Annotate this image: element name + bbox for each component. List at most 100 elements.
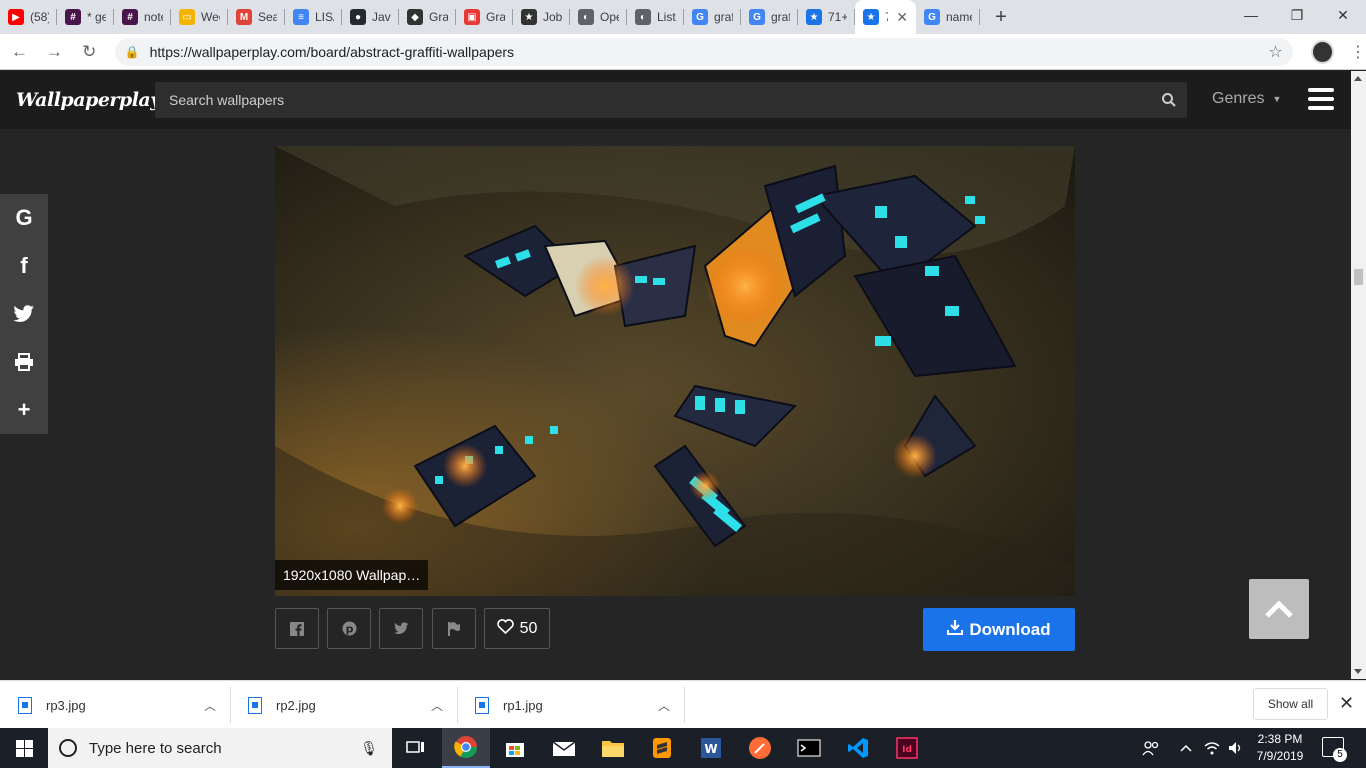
chevron-up-icon[interactable]: ︿ xyxy=(431,697,443,714)
browser-tab[interactable]: ▭ Week xyxy=(171,0,228,34)
browser-tab[interactable]: ◐ Oper xyxy=(570,0,627,34)
browser-tab[interactable]: ◆ Grap xyxy=(399,0,456,34)
svg-text:p: p xyxy=(345,623,353,636)
scrollbar-thumb[interactable] xyxy=(1354,269,1363,285)
codepen-icon: ◆ xyxy=(407,9,423,25)
maximize-button[interactable]: ❐ xyxy=(1274,0,1320,30)
pinterest-share-button[interactable]: p xyxy=(327,608,371,649)
forward-button[interactable]: → xyxy=(39,36,70,68)
file-explorer-taskbar-icon[interactable] xyxy=(589,728,637,768)
tab-label: Jobs xyxy=(543,10,562,24)
site-logo[interactable]: Wallpaperplay xyxy=(16,89,161,111)
browser-tab[interactable]: ★ 7 ✕ xyxy=(855,0,916,34)
search-input[interactable] xyxy=(169,92,1151,108)
tab-label: Week xyxy=(201,10,220,24)
tab-label: (58) i xyxy=(30,10,49,24)
download-filename: rp1.jpg xyxy=(503,697,543,713)
browser-tab[interactable]: # * gen xyxy=(57,0,114,34)
postman-taskbar-icon[interactable] xyxy=(736,728,784,768)
genres-dropdown[interactable]: Genres ▼ xyxy=(1212,90,1281,108)
twitter-share-icon[interactable] xyxy=(0,290,48,338)
browser-tab[interactable]: ★ 71+ xyxy=(798,0,855,34)
report-flag-button[interactable] xyxy=(432,608,476,649)
chrome-menu-icon[interactable]: ⋮ xyxy=(1350,42,1366,62)
system-clock[interactable]: 2:38 PM 7/9/2019 xyxy=(1250,731,1310,765)
wifi-icon[interactable] xyxy=(1204,728,1224,768)
print-icon[interactable] xyxy=(0,338,48,386)
terminal-taskbar-icon[interactable] xyxy=(785,728,833,768)
browser-tab[interactable]: ★ Jobs xyxy=(513,0,570,34)
facebook-share-button[interactable] xyxy=(275,608,319,649)
browser-tab[interactable]: ◐ List o xyxy=(627,0,684,34)
browser-tab[interactable]: Ggraff xyxy=(684,0,741,34)
like-button[interactable]: 50 xyxy=(484,608,550,649)
sublime-taskbar-icon[interactable] xyxy=(638,728,686,768)
svg-text:W: W xyxy=(704,742,717,756)
word-taskbar-icon[interactable]: W xyxy=(687,728,735,768)
browser-tab[interactable]: ≡ LISA xyxy=(285,0,342,34)
browser-tab[interactable]: ▶ (58) i xyxy=(0,0,57,34)
browser-tab[interactable]: # notes xyxy=(114,0,171,34)
more-share-icon[interactable]: + xyxy=(0,386,48,434)
vscode-taskbar-icon[interactable] xyxy=(834,728,882,768)
close-tab-icon[interactable]: ✕ xyxy=(896,9,908,26)
scroll-to-top-button[interactable] xyxy=(1249,579,1309,639)
browser-tab[interactable]: ▣ Grap xyxy=(456,0,513,34)
chevron-up-icon xyxy=(1265,600,1293,618)
new-tab-button[interactable]: + xyxy=(984,0,1018,34)
facebook-share-icon[interactable]: f xyxy=(0,242,48,290)
tab-label: 7 xyxy=(885,10,888,24)
tab-label: LISA xyxy=(315,10,334,24)
profile-avatar[interactable] xyxy=(1310,39,1334,64)
chevron-up-icon[interactable]: ︿ xyxy=(204,697,216,714)
taskbar-search[interactable]: Type here to search 🎙 xyxy=(48,728,392,768)
tab-strip: ▶ (58) i # * gen # notes ▭ Week M Searc ≡ LISA ● Java… xyxy=(0,0,1366,34)
chrome-taskbar-icon[interactable] xyxy=(442,728,490,768)
download-item[interactable]: rp2.jpg ︿ xyxy=(230,681,457,729)
browser-tab[interactable]: ● JavaS xyxy=(342,0,399,34)
chevron-up-icon[interactable]: ︿ xyxy=(658,697,670,714)
download-button[interactable]: Download xyxy=(923,608,1075,651)
task-view-icon[interactable] xyxy=(392,728,440,768)
page-scrollbar[interactable] xyxy=(1351,71,1366,679)
search-icon[interactable] xyxy=(1151,82,1187,118)
reload-button[interactable]: ↻ xyxy=(74,36,105,68)
address-bar[interactable]: 🔒 https://wallpaperplay.com/board/abstra… xyxy=(114,37,1293,66)
microphone-icon[interactable]: 🎙 xyxy=(360,740,378,757)
back-button[interactable]: ← xyxy=(4,36,35,68)
windows-start-button[interactable] xyxy=(0,728,48,768)
mail-taskbar-icon[interactable] xyxy=(540,728,588,768)
image-file-icon xyxy=(475,696,489,714)
download-item[interactable]: rp1.jpg ︿ xyxy=(457,681,684,729)
people-icon[interactable] xyxy=(1142,728,1164,768)
tab-label: 71+ xyxy=(828,10,847,24)
browser-tab[interactable]: M Searc xyxy=(228,0,285,34)
indesign-taskbar-icon[interactable]: Id xyxy=(883,728,931,768)
show-hidden-icons-icon[interactable] xyxy=(1180,728,1198,768)
minimize-button[interactable]: — xyxy=(1228,0,1274,30)
site-header: Wallpaperplay Genres ▼ xyxy=(0,71,1351,129)
slack-icon: # xyxy=(65,9,81,25)
notification-count-badge: 5 xyxy=(1333,748,1347,762)
close-download-bar-icon[interactable]: ✕ xyxy=(1339,693,1354,714)
hamburger-menu-icon[interactable] xyxy=(1308,88,1334,110)
page-viewport: Wallpaperplay Genres ▼ G f + xyxy=(0,71,1351,679)
wallpaper-image[interactable]: 1920x1080 Wallpap… xyxy=(275,146,1075,596)
google-icon: G xyxy=(924,9,940,25)
scroll-up-arrow-icon[interactable] xyxy=(1354,76,1362,81)
search-bar xyxy=(155,82,1187,118)
show-all-downloads-button[interactable]: Show all xyxy=(1253,688,1328,720)
download-filename: rp2.jpg xyxy=(276,697,316,713)
globe-icon: ◐ xyxy=(635,9,651,25)
volume-icon[interactable] xyxy=(1228,728,1248,768)
download-item[interactable]: rp3.jpg ︿ xyxy=(0,681,230,729)
twitter-share-button[interactable] xyxy=(379,608,423,649)
close-window-button[interactable]: ✕ xyxy=(1320,0,1366,30)
bookmark-star-icon[interactable]: ☆ xyxy=(1268,42,1282,62)
scroll-down-arrow-icon[interactable] xyxy=(1354,669,1362,674)
download-bar: rp3.jpg ︿ rp2.jpg ︿ rp1.jpg ︿ Show all ✕ xyxy=(0,680,1366,728)
browser-tab[interactable]: Gname xyxy=(916,0,980,34)
browser-tab[interactable]: Ggraff xyxy=(741,0,798,34)
store-taskbar-icon[interactable] xyxy=(491,728,539,768)
google-share-icon[interactable]: G xyxy=(0,194,48,242)
